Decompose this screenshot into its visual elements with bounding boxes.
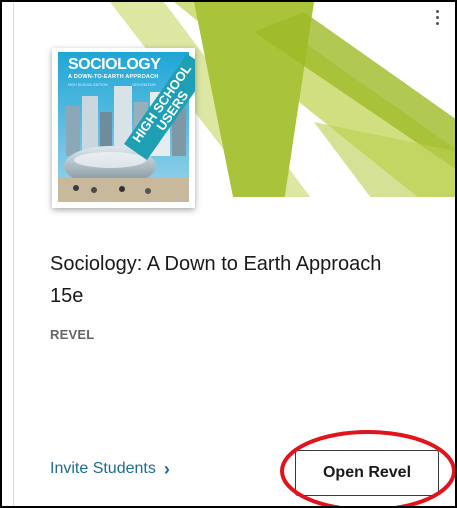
more-options-icon[interactable]	[428, 10, 446, 34]
course-title: Sociology: A Down to Earth Approach 15e	[50, 248, 430, 312]
course-title-line2: 15e	[50, 285, 84, 307]
course-card: SOCIOLOGY A DOWN-TO-EARTH APPROACH HIGH …	[13, 2, 455, 506]
course-title-line1: Sociology: A Down to Earth Approach	[50, 253, 382, 275]
invite-students-link[interactable]: Invite Students ›	[50, 460, 170, 478]
book-cover: SOCIOLOGY A DOWN-TO-EARTH APPROACH HIGH …	[52, 48, 195, 208]
cover-title: SOCIOLOGY	[68, 56, 161, 73]
cover-edition-right: 15TH EDITION	[132, 83, 156, 87]
cover-edition-left: HIGH SCHOOL EDITION	[68, 83, 108, 87]
screenshot-frame: SOCIOLOGY A DOWN-TO-EARTH APPROACH HIGH …	[0, 0, 457, 508]
platform-label: REVEL	[50, 327, 95, 342]
cover-subtitle: A DOWN-TO-EARTH APPROACH	[68, 74, 159, 80]
invite-students-label: Invite Students	[50, 460, 156, 477]
open-revel-button[interactable]: Open Revel	[295, 450, 439, 496]
chevron-right-icon: ›	[163, 459, 170, 479]
